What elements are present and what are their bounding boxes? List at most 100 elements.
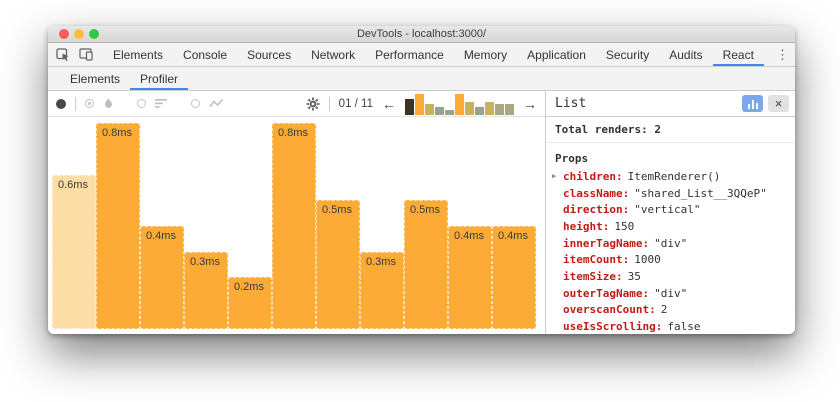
prop-value: false (667, 320, 700, 333)
commit-bar-label: 0.6ms (58, 179, 88, 191)
prop-value: 1000 (634, 253, 661, 266)
title-bar[interactable]: DevTools - localhost:3000/ (48, 26, 795, 43)
prop-value: 35 (628, 270, 641, 283)
ranked-view-radio[interactable] (137, 99, 146, 108)
snapshot-bar[interactable] (415, 94, 424, 115)
prop-value: 2 (661, 303, 668, 316)
prop-row: overscanCount:2 (546, 302, 795, 319)
snapshot-bar[interactable] (455, 94, 464, 115)
divider (75, 97, 76, 111)
inspect-element-icon[interactable] (56, 48, 70, 62)
commit-duration-chart: 0.6ms0.8ms0.4ms0.3ms0.2ms0.8ms0.5ms0.3ms… (48, 117, 545, 334)
commit-bar-label: 0.3ms (366, 256, 396, 268)
prop-value: ItemRenderer() (628, 170, 721, 183)
panel-buttons: × (742, 95, 789, 112)
sub-tabs-container: ElementsProfiler (60, 67, 188, 90)
next-snapshot-button[interactable]: → (523, 97, 537, 111)
divider (329, 97, 330, 111)
prop-key: children: (563, 170, 623, 183)
tab-memory[interactable]: Memory (454, 43, 517, 66)
tab-audits[interactable]: Audits (659, 43, 712, 66)
tab-elements[interactable]: Elements (103, 43, 173, 66)
tab-performance[interactable]: Performance (365, 43, 454, 66)
prop-value: "vertical" (634, 203, 700, 216)
commit-bar[interactable]: 0.5ms (404, 200, 448, 329)
subtab-elements[interactable]: Elements (60, 67, 130, 90)
prop-row: direction: "vertical" (546, 201, 795, 218)
prop-key: className: (563, 187, 629, 200)
tab-console[interactable]: Console (173, 43, 237, 66)
commit-bar[interactable]: 0.4ms (448, 226, 492, 329)
commit-bar[interactable]: 0.4ms (492, 226, 536, 329)
prop-value: "div" (654, 237, 687, 250)
commit-bar[interactable]: 0.3ms (184, 252, 228, 329)
snapshot-bar[interactable] (425, 104, 434, 115)
commit-bar[interactable]: 0.6ms (52, 175, 96, 329)
zoom-window-button[interactable] (89, 29, 99, 39)
devtools-window: DevTools - localhost:3000/ ElementsConso… (48, 26, 795, 334)
tab-network[interactable]: Network (301, 43, 365, 66)
props-list: ▶children: ItemRenderer() className:"share… (546, 168, 795, 334)
snapshot-bar[interactable] (495, 104, 504, 115)
profiler-content: 01 / 11 ← → 0.6ms0.8ms0.4ms0.3ms0.2ms0.8… (48, 91, 795, 334)
prop-key: outerTagName: (563, 287, 649, 300)
commit-bar[interactable]: 0.8ms (272, 123, 316, 329)
total-renders-text: Total renders: 2 (546, 117, 795, 143)
tab-react[interactable]: React (713, 43, 764, 66)
device-toolbar-icon[interactable] (79, 48, 93, 61)
prop-row: useIsScrolling:false (546, 318, 795, 334)
flame-icon (103, 97, 114, 110)
interactions-view-radio[interactable] (191, 99, 200, 108)
prop-row: className:"shared_List__3QQeP" (546, 185, 795, 202)
snapshot-bar[interactable] (465, 102, 474, 115)
bar-chart-icon (748, 104, 750, 109)
settings-gear-icon[interactable] (306, 97, 320, 111)
selected-component-name: List (555, 96, 586, 111)
tab-sources[interactable]: Sources (237, 43, 301, 66)
commit-bar[interactable]: 0.8ms (96, 123, 140, 329)
commit-bar[interactable]: 0.2ms (228, 277, 272, 329)
snapshot-bar[interactable] (435, 107, 444, 115)
close-window-button[interactable] (59, 29, 69, 39)
main-tabs-container: ElementsConsoleSourcesNetworkPerformance… (103, 43, 764, 66)
devtools-tool-icons (56, 43, 99, 66)
snapshot-bar[interactable] (485, 102, 494, 115)
commit-bar-label: 0.4ms (498, 230, 528, 242)
prop-key: direction: (563, 203, 629, 216)
react-subtab-bar: ElementsProfiler (48, 67, 795, 91)
prop-row: ▶children: ItemRenderer() (546, 168, 795, 185)
tab-security[interactable]: Security (596, 43, 659, 66)
close-panel-button[interactable]: × (768, 95, 789, 112)
ranked-chart-icon (155, 98, 168, 109)
snapshot-strip[interactable] (405, 94, 514, 115)
kebab-menu-icon[interactable]: ⋮ (768, 43, 795, 66)
snapshot-bar[interactable] (445, 110, 454, 115)
commit-bar[interactable]: 0.5ms (316, 200, 360, 329)
commit-bar-label: 0.4ms (454, 230, 484, 242)
prev-snapshot-button[interactable]: ← (382, 97, 396, 111)
snapshot-bar-selected[interactable] (405, 99, 414, 115)
commit-bar-label: 0.4ms (146, 230, 176, 242)
minimize-window-button[interactable] (74, 29, 84, 39)
record-button[interactable] (56, 99, 66, 109)
render-chart-toggle-button[interactable] (742, 95, 763, 112)
details-panel-header: List × (546, 91, 795, 117)
flamegraph-view-radio[interactable] (85, 99, 94, 108)
commit-bar-label: 0.5ms (410, 204, 440, 216)
profiler-toolbar: 01 / 11 ← → (48, 91, 545, 117)
prop-key: itemCount: (563, 253, 629, 266)
prop-value: "div" (654, 287, 687, 300)
prop-key: innerTagName: (563, 237, 649, 250)
snapshot-bar[interactable] (475, 107, 484, 115)
props-section-header: Props (546, 143, 795, 168)
commit-bar[interactable]: 0.3ms (360, 252, 404, 329)
prop-row: height:150 (546, 218, 795, 235)
subtab-profiler[interactable]: Profiler (130, 67, 188, 90)
commit-bar[interactable]: 0.4ms (140, 226, 184, 329)
bar-chart-icon (756, 103, 758, 109)
prop-value: 150 (614, 220, 634, 233)
expand-arrow-icon[interactable]: ▶ (552, 172, 563, 180)
snapshot-bar[interactable] (505, 104, 514, 115)
devtools-tab-bar: ElementsConsoleSourcesNetworkPerformance… (48, 43, 795, 67)
tab-application[interactable]: Application (517, 43, 596, 66)
